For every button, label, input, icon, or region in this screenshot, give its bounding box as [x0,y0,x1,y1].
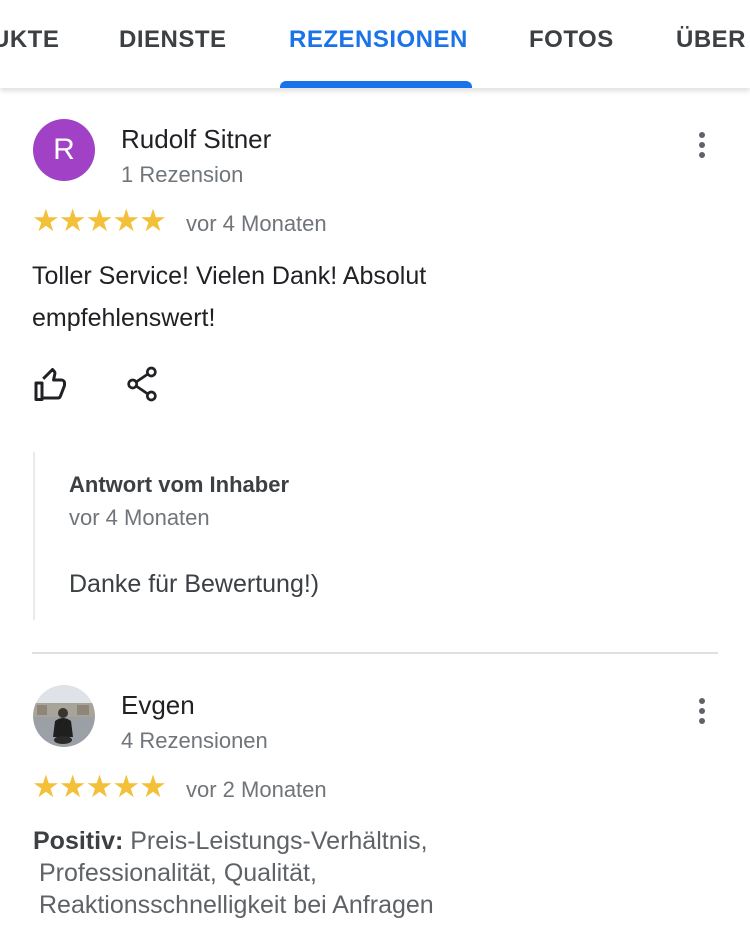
positive-value: Preis-Leistungs-Verhältnis, [130,827,428,855]
review-author[interactable]: Rudolf Sitner [121,124,271,155]
review-positive: Positiv: Preis-Leistungs-Verhältnis, Pro… [33,825,723,921]
avatar[interactable] [33,685,95,747]
review-text: Toller Service! Vielen Dank! Absolut emp… [32,262,427,332]
tab-bar: UKTE DIENSTE REZENSIONEN FOTOS ÜBER [0,0,750,88]
tab-dienste[interactable]: DIENSTE [119,26,227,54]
thumbs-up-icon[interactable] [33,368,69,404]
review-divider [32,652,718,654]
review-time: vor 2 Monaten [186,777,327,802]
positive-label: Positiv: [33,827,124,855]
avatar[interactable]: R [33,119,95,181]
owner-reply: Antwort vom Inhaber vor 4 Monaten Danke … [33,452,715,620]
more-vert-icon[interactable] [692,132,712,162]
review-author-count: 1 Rezension [121,162,244,187]
owner-reply-time: vor 4 Monaten [69,505,210,530]
tab-ueber[interactable]: ÜBER [676,26,746,54]
positive-value: Professionalität, Qualität, [39,859,317,887]
more-vert-icon[interactable] [692,698,712,728]
review-author[interactable]: Evgen [121,690,195,721]
review-author-count: 4 Rezensionen [121,728,268,753]
star-rating: ★★★★★ [32,769,167,804]
tab-produkte[interactable]: UKTE [0,26,59,54]
owner-reply-title: Antwort vom Inhaber [69,472,290,497]
owner-reply-text: Danke für Bewertung!) [69,570,320,598]
active-tab-indicator [280,81,472,88]
share-icon[interactable] [126,366,158,402]
tab-rezensionen[interactable]: REZENSIONEN [289,26,468,54]
star-rating: ★★★★★ [32,203,167,238]
positive-value: Reaktionsschnelligkeit bei Anfragen [39,891,434,919]
review-time: vor 4 Monaten [186,211,327,236]
tab-fotos[interactable]: FOTOS [529,26,614,54]
